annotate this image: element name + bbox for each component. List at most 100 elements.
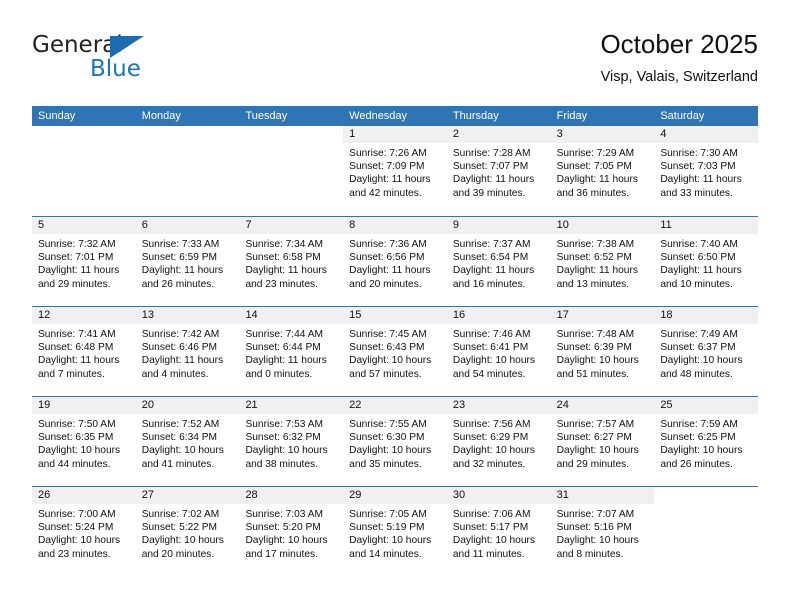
- daylight-duration-line2: and 38 minutes.: [245, 458, 318, 470]
- day-cell[interactable]: 17 Sunrise: 7:48 AM Sunset: 6:39 PM Dayligh…: [550, 307, 655, 396]
- day-cell[interactable]: 26 Sunrise: 7:00 AM Sunset: 5:24 PM Dayligh…: [32, 487, 136, 576]
- day-number: 10: [550, 217, 655, 234]
- day-number: 15: [343, 307, 447, 324]
- daylight-duration-line1: Daylight: 10 hours: [660, 355, 743, 367]
- sunrise-time: Sunrise: 7:34 AM: [245, 239, 324, 250]
- day-cell[interactable]: 31 Sunrise: 7:07 AM Sunset: 5:16 PM Dayligh…: [550, 487, 655, 576]
- day-number: 14: [239, 307, 344, 324]
- sunset-time: Sunset: 6:46 PM: [141, 342, 218, 354]
- day-sun-info: Sunrise: 7:50 AM Sunset: 6:35 PM Daylight:…: [32, 414, 136, 471]
- day-number: 16: [446, 307, 551, 324]
- day-cell[interactable]: 3 Sunrise: 7:29 AM Sunset: 7:05 PM Daylight…: [550, 126, 655, 216]
- day-cell-empty: [239, 126, 343, 216]
- sunset-time: Sunset: 6:50 PM: [660, 252, 736, 264]
- day-cell[interactable]: 6 Sunrise: 7:33 AM Sunset: 6:59 PM Daylight…: [135, 217, 240, 306]
- calendar-week-row: 26 Sunrise: 7:00 AM Sunset: 5:24 PM Dayligh…: [32, 486, 758, 576]
- weekday-header-tuesday: Tuesday: [245, 110, 288, 122]
- sunset-time: Sunset: 6:56 PM: [349, 252, 425, 264]
- day-cell[interactable]: 21 Sunrise: 7:53 AM Sunset: 6:32 PM Dayligh…: [239, 397, 344, 486]
- title-block: October 2025 Visp, Valais, Switzerland: [600, 28, 758, 86]
- day-cell[interactable]: 4 Sunrise: 7:30 AM Sunset: 7:03 PM Daylight…: [654, 126, 759, 216]
- daylight-duration-line1: Daylight: 10 hours: [141, 535, 224, 547]
- sunrise-time: Sunrise: 7:28 AM: [452, 148, 531, 159]
- daylight-duration-line2: and 26 minutes.: [660, 458, 733, 470]
- sunset-time: Sunset: 7:09 PM: [349, 161, 425, 173]
- day-cell[interactable]: 14 Sunrise: 7:44 AM Sunset: 6:44 PM Dayligh…: [239, 307, 344, 396]
- daylight-duration-line1: Daylight: 11 hours: [349, 174, 431, 186]
- day-cell[interactable]: 18 Sunrise: 7:49 AM Sunset: 6:37 PM Dayligh…: [654, 307, 759, 396]
- sunset-time: Sunset: 6:58 PM: [245, 252, 321, 264]
- day-cell[interactable]: 2 Sunrise: 7:28 AM Sunset: 7:07 PM Daylight…: [446, 126, 551, 216]
- day-sun-info: Sunrise: 7:32 AM Sunset: 7:01 PM Daylight:…: [32, 234, 136, 291]
- sunset-time: Sunset: 5:22 PM: [141, 522, 218, 534]
- day-sun-info: Sunrise: 7:03 AM Sunset: 5:20 PM Daylight:…: [239, 504, 343, 561]
- day-cell[interactable]: 20 Sunrise: 7:52 AM Sunset: 6:34 PM Dayligh…: [135, 397, 240, 486]
- daylight-duration-line1: Daylight: 11 hours: [452, 265, 535, 277]
- day-cell[interactable]: 10 Sunrise: 7:38 AM Sunset: 6:52 PM Dayligh…: [550, 217, 655, 306]
- day-cell[interactable]: 9 Sunrise: 7:37 AM Sunset: 6:54 PM Daylight…: [446, 217, 551, 306]
- day-cell[interactable]: 11 Sunrise: 7:40 AM Sunset: 6:50 PM Dayligh…: [654, 217, 759, 306]
- day-number: 4: [654, 126, 759, 143]
- day-number: 25: [654, 397, 759, 414]
- daylight-duration-line1: Daylight: 10 hours: [556, 535, 639, 547]
- daylight-duration-line1: Daylight: 11 hours: [660, 265, 742, 277]
- sunset-time: Sunset: 5:19 PM: [349, 522, 425, 534]
- sunrise-time: Sunrise: 7:07 AM: [556, 509, 635, 520]
- day-cell[interactable]: 19 Sunrise: 7:50 AM Sunset: 6:35 PM Dayligh…: [32, 397, 136, 486]
- day-cell[interactable]: 1 Sunrise: 7:26 AM Sunset: 7:09 PM Daylight…: [343, 126, 447, 216]
- day-cell[interactable]: 5 Sunrise: 7:32 AM Sunset: 7:01 PM Daylight…: [32, 217, 136, 306]
- day-cell[interactable]: 28 Sunrise: 7:03 AM Sunset: 5:20 PM Dayligh…: [239, 487, 344, 576]
- daylight-duration-line2: and 23 minutes.: [245, 278, 318, 290]
- day-cell[interactable]: 13 Sunrise: 7:42 AM Sunset: 6:46 PM Dayligh…: [135, 307, 240, 396]
- day-number: 23: [446, 397, 551, 414]
- day-cell[interactable]: 27 Sunrise: 7:02 AM Sunset: 5:22 PM Dayligh…: [135, 487, 240, 576]
- page-header: General Blue October 2025 Visp, Valais, …: [32, 28, 758, 98]
- daylight-duration-line1: Daylight: 10 hours: [38, 445, 121, 457]
- day-cell[interactable]: 15 Sunrise: 7:45 AM Sunset: 6:43 PM Dayligh…: [343, 307, 447, 396]
- day-number: 31: [550, 487, 655, 504]
- daylight-duration-line2: and 32 minutes.: [452, 458, 526, 470]
- day-cell[interactable]: 25 Sunrise: 7:59 AM Sunset: 6:25 PM Dayligh…: [654, 397, 759, 486]
- day-sun-info: Sunrise: 7:02 AM Sunset: 5:22 PM Daylight:…: [136, 504, 240, 561]
- weekday-header-wednesday: Wednesday: [349, 110, 408, 122]
- daylight-duration-line2: and 29 minutes.: [556, 458, 630, 470]
- weekday-header-thursday: Thursday: [452, 110, 499, 122]
- daylight-duration-line2: and 44 minutes.: [38, 458, 111, 470]
- daylight-duration-line1: Daylight: 10 hours: [245, 535, 328, 547]
- daylight-duration-line2: and 35 minutes.: [349, 458, 422, 470]
- daylight-duration-line2: and 17 minutes.: [245, 548, 318, 560]
- sunrise-time: Sunrise: 7:45 AM: [349, 329, 427, 340]
- day-cell[interactable]: 29 Sunrise: 7:05 AM Sunset: 5:19 PM Dayligh…: [343, 487, 447, 576]
- day-sun-info: Sunrise: 7:55 AM Sunset: 6:30 PM Daylight:…: [343, 414, 447, 471]
- sunset-time: Sunset: 6:27 PM: [556, 432, 632, 444]
- sunrise-time: Sunrise: 7:41 AM: [38, 329, 116, 340]
- sunrise-time: Sunrise: 7:55 AM: [349, 419, 427, 430]
- day-cell[interactable]: 8 Sunrise: 7:36 AM Sunset: 6:56 PM Daylight…: [343, 217, 447, 306]
- daylight-duration-line2: and 51 minutes.: [556, 368, 630, 380]
- sunset-time: Sunset: 6:48 PM: [38, 342, 114, 354]
- day-cell[interactable]: 12 Sunrise: 7:41 AM Sunset: 6:48 PM Dayligh…: [32, 307, 136, 396]
- day-number: 7: [239, 217, 344, 234]
- sunrise-time: Sunrise: 7:06 AM: [452, 509, 531, 520]
- sunset-time: Sunset: 6:34 PM: [141, 432, 218, 444]
- sunrise-time: Sunrise: 7:32 AM: [38, 239, 116, 250]
- daylight-duration-line1: Daylight: 11 hours: [349, 265, 431, 277]
- day-cell[interactable]: 7 Sunrise: 7:34 AM Sunset: 6:58 PM Daylight…: [239, 217, 344, 306]
- day-cell[interactable]: 24 Sunrise: 7:57 AM Sunset: 6:27 PM Dayligh…: [550, 397, 655, 486]
- day-sun-info: Sunrise: 7:57 AM Sunset: 6:27 PM Daylight:…: [551, 414, 655, 471]
- sunrise-time: Sunrise: 7:03 AM: [245, 509, 324, 520]
- day-cell[interactable]: 22 Sunrise: 7:55 AM Sunset: 6:30 PM Dayligh…: [343, 397, 447, 486]
- sunrise-time: Sunrise: 7:33 AM: [141, 239, 220, 250]
- day-cell[interactable]: 16 Sunrise: 7:46 AM Sunset: 6:41 PM Dayligh…: [446, 307, 551, 396]
- sunset-time: Sunset: 5:16 PM: [556, 522, 632, 534]
- daylight-duration-line2: and 13 minutes.: [556, 278, 630, 290]
- day-number: 28: [239, 487, 344, 504]
- daylight-duration-line1: Daylight: 11 hours: [452, 174, 535, 186]
- daylight-duration-line1: Daylight: 10 hours: [349, 445, 432, 457]
- day-cell[interactable]: 23 Sunrise: 7:56 AM Sunset: 6:29 PM Dayligh…: [446, 397, 551, 486]
- day-sun-info: Sunrise: 7:28 AM Sunset: 7:07 PM Daylight:…: [447, 143, 551, 200]
- daylight-duration-line1: Daylight: 10 hours: [452, 535, 535, 547]
- day-cell[interactable]: 30 Sunrise: 7:06 AM Sunset: 5:17 PM Dayligh…: [446, 487, 551, 576]
- calendar-grid: Sunday Monday Tuesday Wednesday Thursday Frid…: [32, 106, 759, 576]
- day-cell-empty: [654, 487, 758, 576]
